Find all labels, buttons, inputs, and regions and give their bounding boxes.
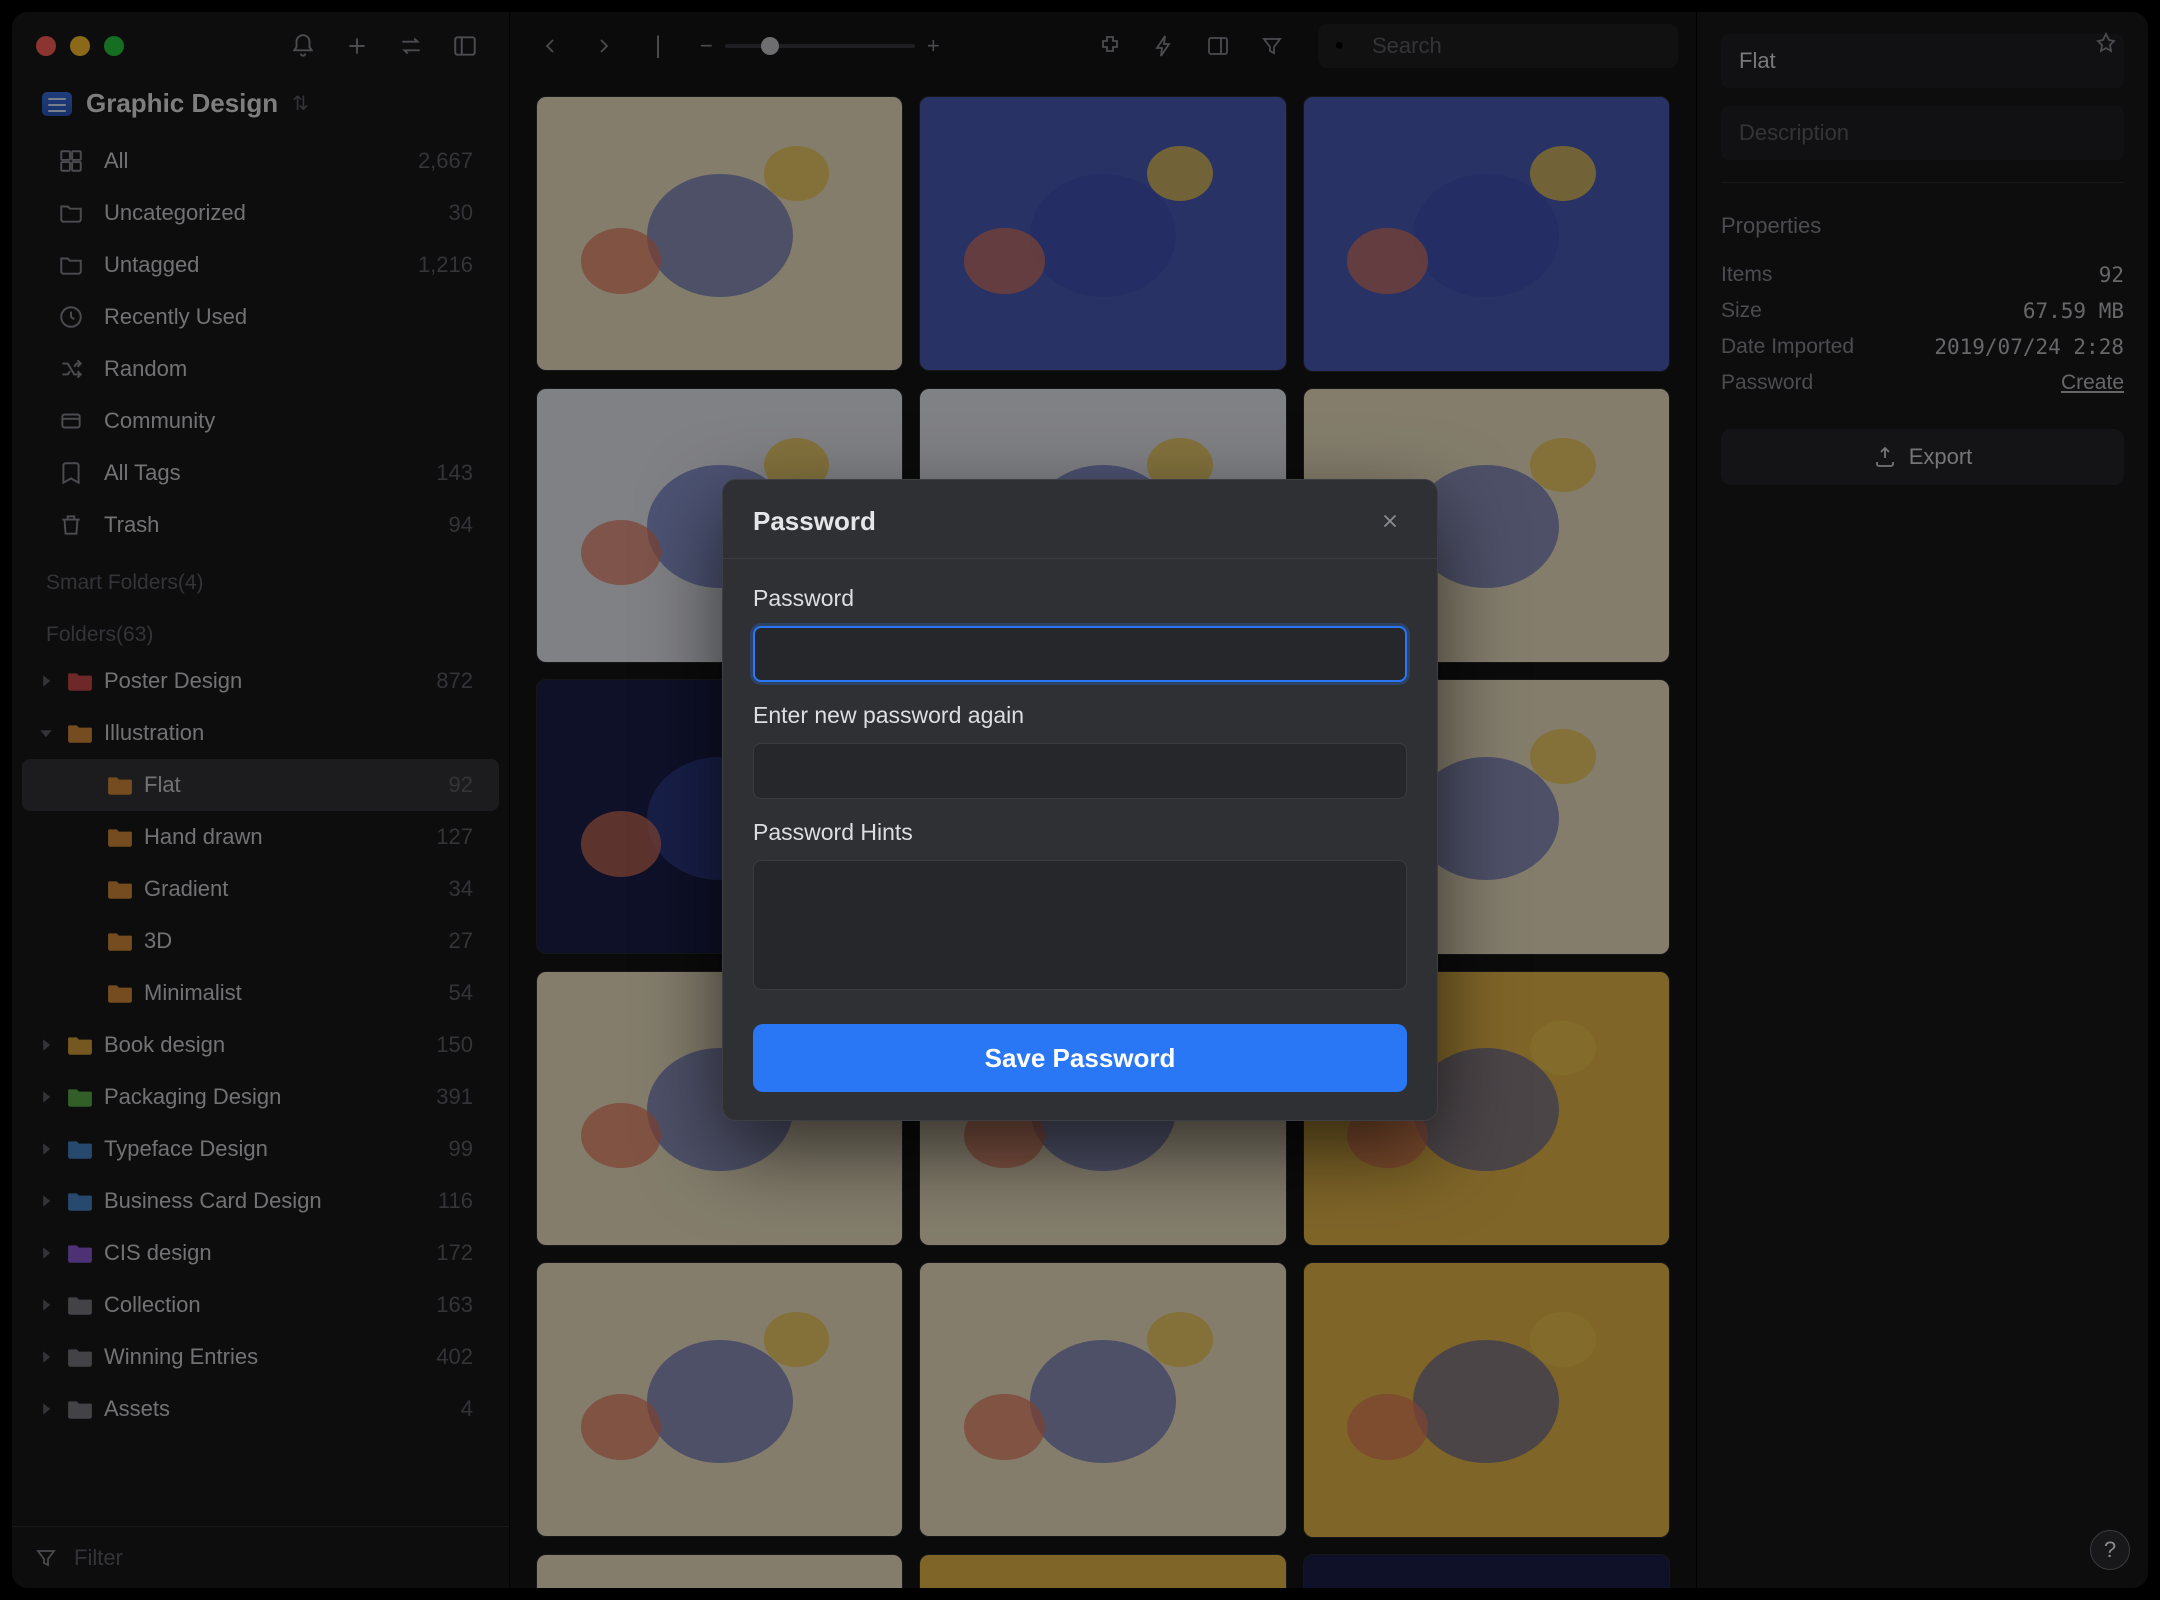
app-window: Graphic Design ⇅ All2,667Uncategorized30… — [12, 12, 2148, 1588]
password-input[interactable] — [753, 626, 1407, 682]
password-label: Password — [753, 585, 1407, 612]
password-modal: Password Password Enter new password aga… — [722, 479, 1438, 1121]
modal-close-button[interactable] — [1373, 504, 1407, 538]
password-hints-input[interactable] — [753, 860, 1407, 990]
help-button[interactable]: ? — [2090, 1530, 2130, 1570]
confirm-label: Enter new password again — [753, 702, 1407, 729]
save-password-button[interactable]: Save Password — [753, 1024, 1407, 1092]
password-confirm-input[interactable] — [753, 743, 1407, 799]
modal-title: Password — [753, 506, 876, 537]
hints-label: Password Hints — [753, 819, 1407, 846]
